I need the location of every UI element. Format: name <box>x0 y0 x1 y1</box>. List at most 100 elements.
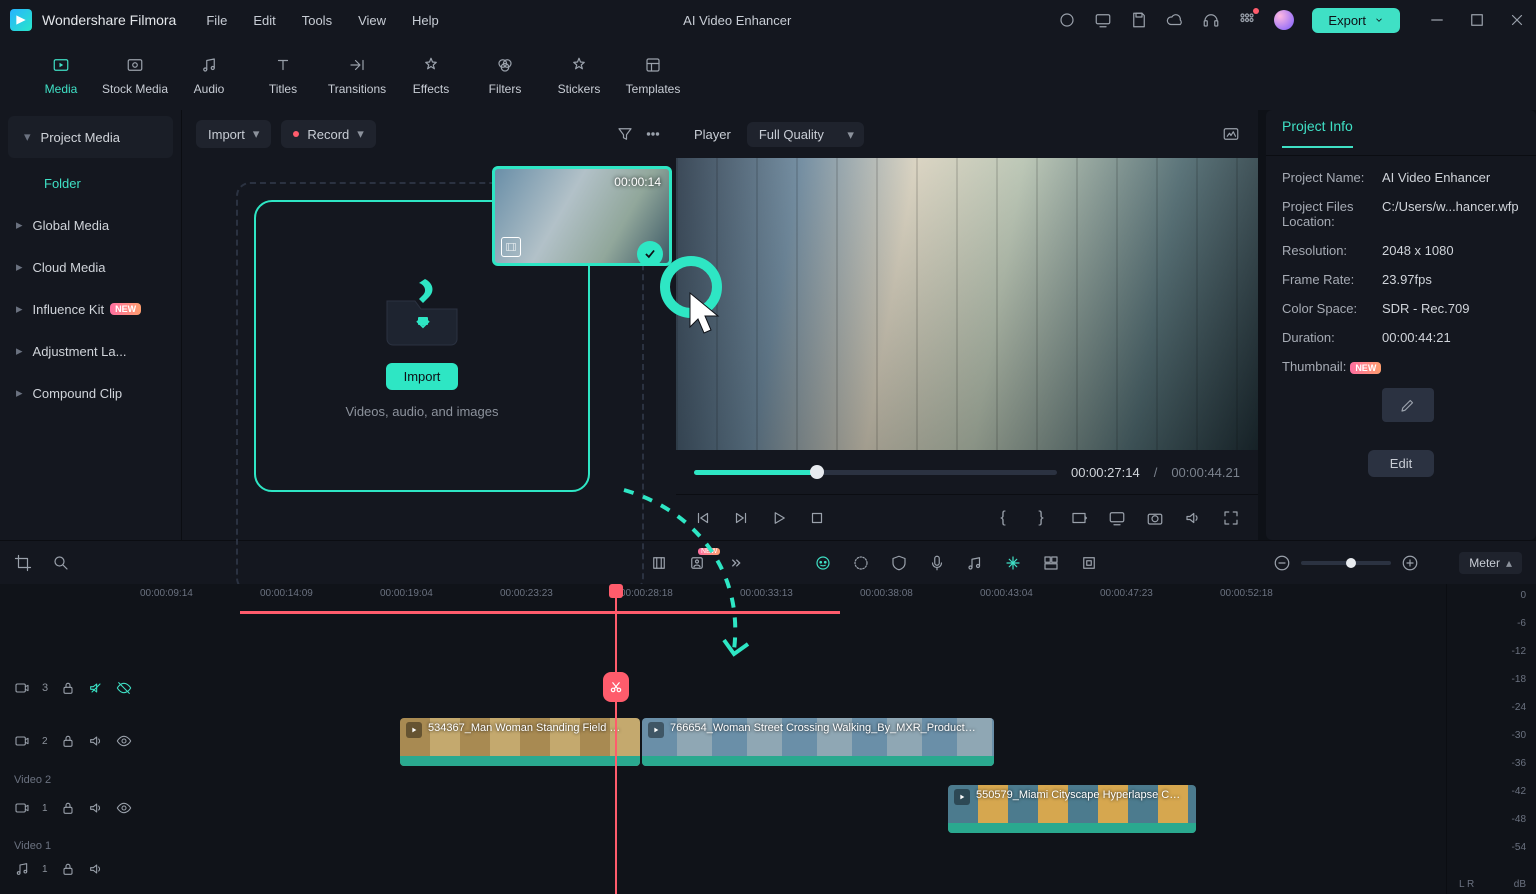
window-minimize-icon[interactable] <box>1428 11 1446 29</box>
ratio-icon[interactable] <box>1070 509 1088 527</box>
tool-frame-icon[interactable] <box>650 554 668 572</box>
tool-person-icon[interactable]: NEW <box>688 554 706 572</box>
sidebar-project-media[interactable]: ▾Project Media <box>8 116 173 158</box>
tab-templates[interactable]: Templates <box>616 54 690 96</box>
tab-effects[interactable]: Effects <box>394 54 468 96</box>
lock-icon[interactable] <box>60 680 76 696</box>
monitor-icon[interactable] <box>1094 11 1112 29</box>
cloud-icon[interactable] <box>1166 11 1184 29</box>
scrub-track[interactable] <box>694 470 1057 475</box>
tool-color-icon[interactable] <box>852 554 870 572</box>
tab-transitions[interactable]: Transitions <box>320 54 394 96</box>
tab-audio[interactable]: Audio <box>172 54 246 96</box>
zoom-knob[interactable] <box>1346 558 1356 568</box>
cut-marker-icon[interactable] <box>603 672 629 702</box>
import-dropdown[interactable]: Import▾ <box>196 120 271 148</box>
sidebar-item-global[interactable]: ▸Global Media <box>0 204 181 246</box>
track-video-icon[interactable] <box>14 800 30 816</box>
next-frame-icon[interactable] <box>732 509 750 527</box>
tab-stickers[interactable]: Stickers <box>542 54 616 96</box>
sidebar-item-compound[interactable]: ▸Compound Clip <box>0 372 181 414</box>
import-button[interactable]: Import <box>386 363 459 390</box>
menu-file[interactable]: File <box>206 13 227 28</box>
sidebar-item-cloud[interactable]: ▸Cloud Media <box>0 246 181 288</box>
snapshot-icon[interactable] <box>1222 125 1240 143</box>
tool-box-icon[interactable] <box>1080 554 1098 572</box>
tool-overflow-icon[interactable] <box>726 554 744 572</box>
sidebar-item-adjustment[interactable]: ▸Adjustment La... <box>0 330 181 372</box>
mute-diag-icon[interactable] <box>88 680 104 696</box>
tool-ai-icon[interactable] <box>814 554 832 572</box>
window-close-icon[interactable] <box>1508 11 1526 29</box>
more-icon[interactable] <box>644 125 662 143</box>
tool-shield-icon[interactable] <box>890 554 908 572</box>
headphones-icon[interactable] <box>1202 11 1220 29</box>
tool-mic-icon[interactable] <box>928 554 946 572</box>
tool-music-icon[interactable] <box>966 554 984 572</box>
track-video-icon[interactable] <box>14 733 30 749</box>
volume-icon[interactable] <box>1184 509 1202 527</box>
menu-help[interactable]: Help <box>412 13 439 28</box>
media-thumbnail[interactable]: 00:00:14 <box>492 166 672 266</box>
preview-viewport[interactable] <box>676 158 1258 450</box>
zoom-out-icon[interactable] <box>1273 554 1291 572</box>
eye-icon[interactable] <box>116 733 132 749</box>
pi-val: AI Video Enhancer <box>1382 170 1520 185</box>
prev-frame-icon[interactable] <box>694 509 712 527</box>
tab-titles[interactable]: Titles <box>246 54 320 96</box>
timeline-ruler[interactable]: 00:00:09:1400:00:14:0900:00:19:0400:00:2… <box>160 584 1446 612</box>
tool-sparkle-icon[interactable] <box>1004 554 1022 572</box>
play-icon[interactable] <box>770 509 788 527</box>
track-audio-icon[interactable] <box>14 861 30 877</box>
mute-icon[interactable] <box>88 800 104 816</box>
mute-icon[interactable] <box>88 861 104 877</box>
camera-icon[interactable] <box>1146 509 1164 527</box>
filter-icon[interactable] <box>616 125 634 143</box>
tool-crop-icon[interactable] <box>14 554 32 572</box>
sidebar-item-influence[interactable]: ▸Influence KitNEW <box>0 288 181 330</box>
export-button[interactable]: Export <box>1312 8 1400 33</box>
tab-filters[interactable]: Filters <box>468 54 542 96</box>
hide-icon[interactable] <box>116 680 132 696</box>
lock-icon[interactable] <box>60 800 76 816</box>
window-maximize-icon[interactable] <box>1468 11 1486 29</box>
stop-icon[interactable] <box>808 509 826 527</box>
zoom-in-icon[interactable] <box>1401 554 1419 572</box>
clip-1[interactable]: 534367_Man Woman Standing Field … <box>400 718 640 766</box>
edit-project-button[interactable]: Edit <box>1368 450 1434 477</box>
sidebar-item-folder[interactable]: Folder <box>0 162 181 204</box>
mark-in-icon[interactable]: { <box>994 509 1012 527</box>
meter-toggle[interactable]: Meter▴ <box>1459 552 1522 574</box>
clip-3[interactable]: 550579_Miami Cityscape Hyperlapse C… <box>948 785 1196 833</box>
display-icon[interactable] <box>1108 509 1126 527</box>
save-icon[interactable] <box>1130 11 1148 29</box>
tab-media[interactable]: Media <box>24 54 98 96</box>
track-video-icon[interactable] <box>14 680 30 696</box>
db-tick: -48 <box>1512 814 1526 825</box>
apps-icon[interactable] <box>1238 11 1256 29</box>
quality-select[interactable]: Full Quality <box>747 122 864 147</box>
tool-grid-icon[interactable] <box>1042 554 1060 572</box>
zoom-track[interactable] <box>1301 561 1391 565</box>
menu-view[interactable]: View <box>358 13 386 28</box>
clip-2[interactable]: 766654_Woman Street Crossing Walking_By_… <box>642 718 994 766</box>
scrub-knob[interactable] <box>810 465 824 479</box>
zoom-control[interactable] <box>1273 554 1419 572</box>
play-icon <box>406 722 422 738</box>
tab-stock-media[interactable]: Stock Media <box>98 54 172 96</box>
user-avatar[interactable] <box>1274 10 1294 30</box>
menu-edit[interactable]: Edit <box>253 13 275 28</box>
lock-icon[interactable] <box>60 733 76 749</box>
window-title: AI Video Enhancer <box>683 13 791 28</box>
mute-icon[interactable] <box>88 733 104 749</box>
project-info-tab[interactable]: Project Info <box>1282 118 1353 148</box>
lock-icon[interactable] <box>60 861 76 877</box>
playhead[interactable] <box>615 584 617 894</box>
thumbnail-edit-button[interactable] <box>1382 388 1434 422</box>
record-dropdown[interactable]: Record▾ <box>281 120 375 148</box>
tool-search-icon[interactable] <box>52 554 70 572</box>
mark-out-icon[interactable]: } <box>1032 509 1050 527</box>
menu-tools[interactable]: Tools <box>302 13 332 28</box>
fullscreen-icon[interactable] <box>1222 509 1240 527</box>
eye-icon[interactable] <box>116 800 132 816</box>
